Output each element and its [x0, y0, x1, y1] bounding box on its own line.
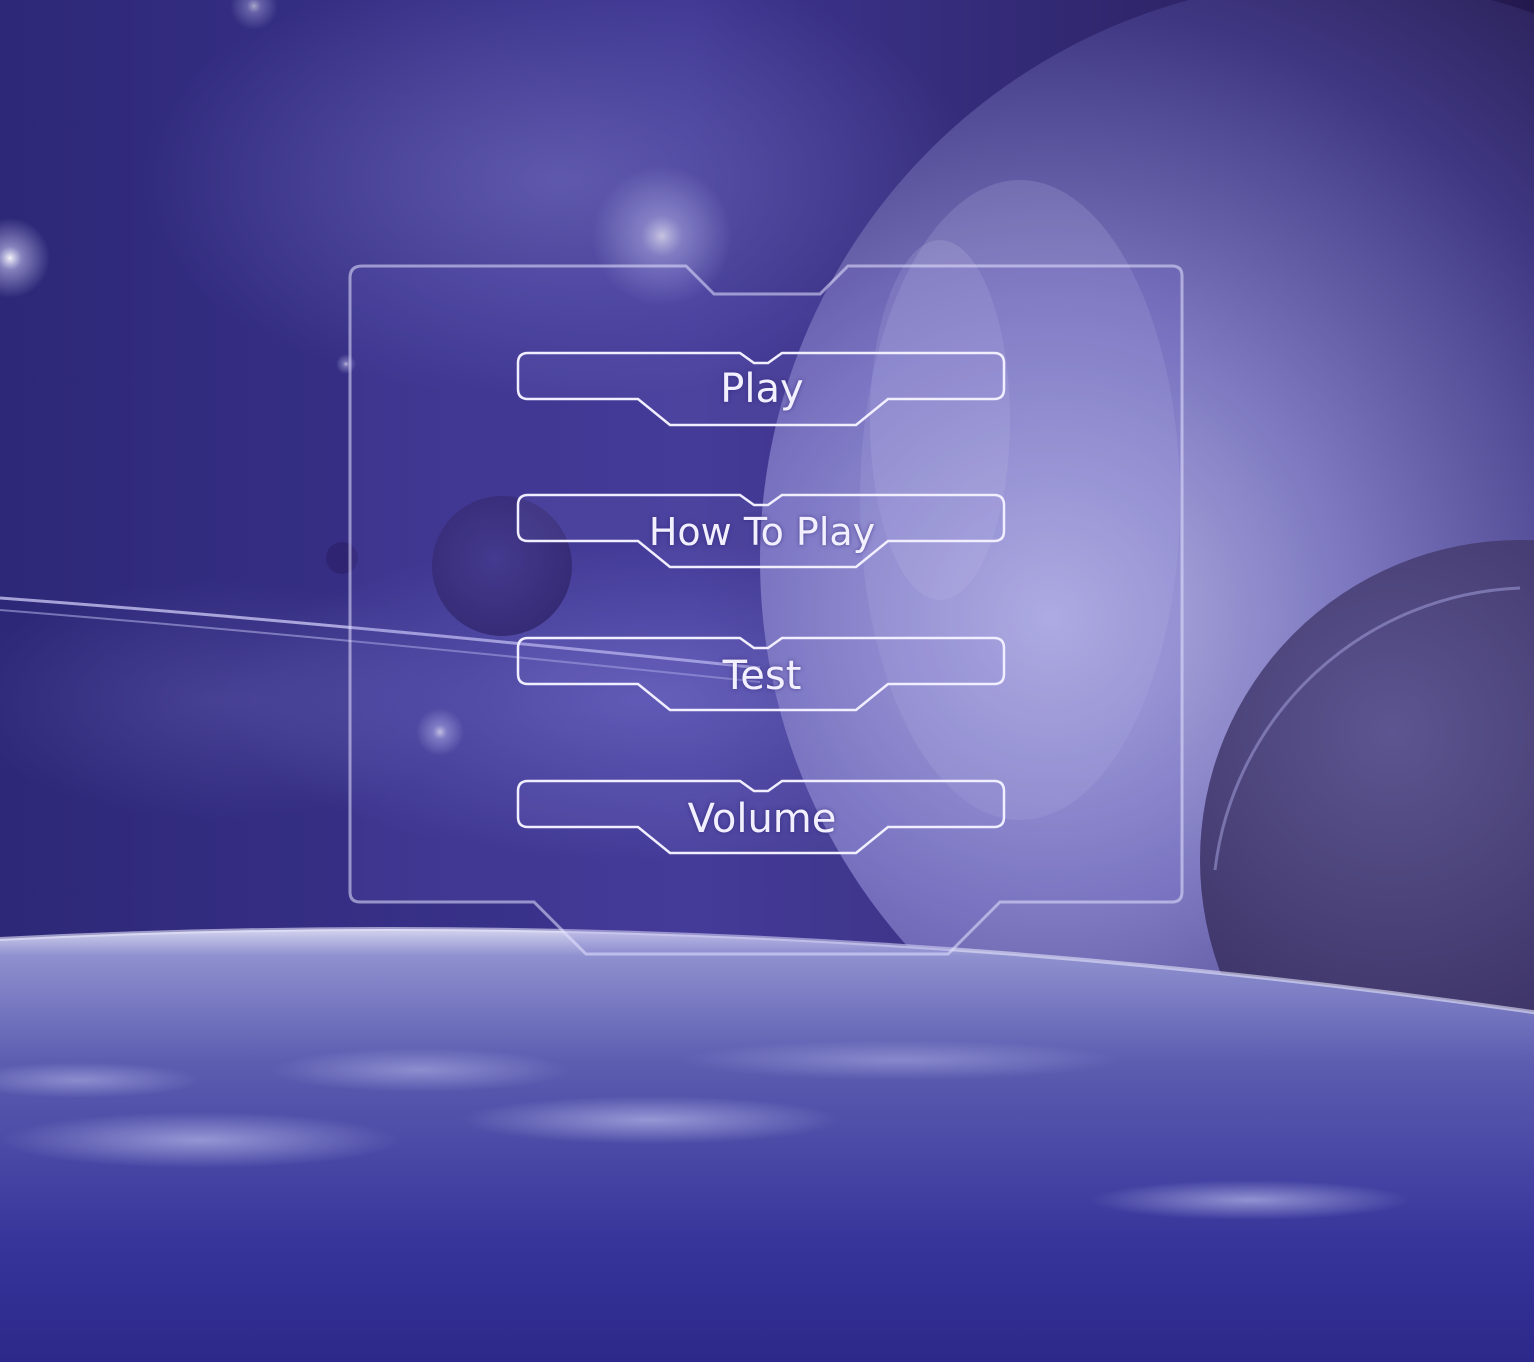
volume-button-label: Volume: [687, 796, 837, 842]
test-button[interactable]: Test: [516, 634, 1008, 712]
how-to-play-button[interactable]: How To Play: [516, 491, 1008, 569]
main-menu-screen: Play How To Play Test Volume: [0, 0, 1534, 1362]
volume-button[interactable]: Volume: [516, 777, 1008, 855]
play-button[interactable]: Play: [516, 349, 1008, 427]
how-to-play-button-label: How To Play: [648, 510, 876, 554]
play-button-label: Play: [720, 366, 804, 412]
test-button-label: Test: [722, 653, 802, 699]
